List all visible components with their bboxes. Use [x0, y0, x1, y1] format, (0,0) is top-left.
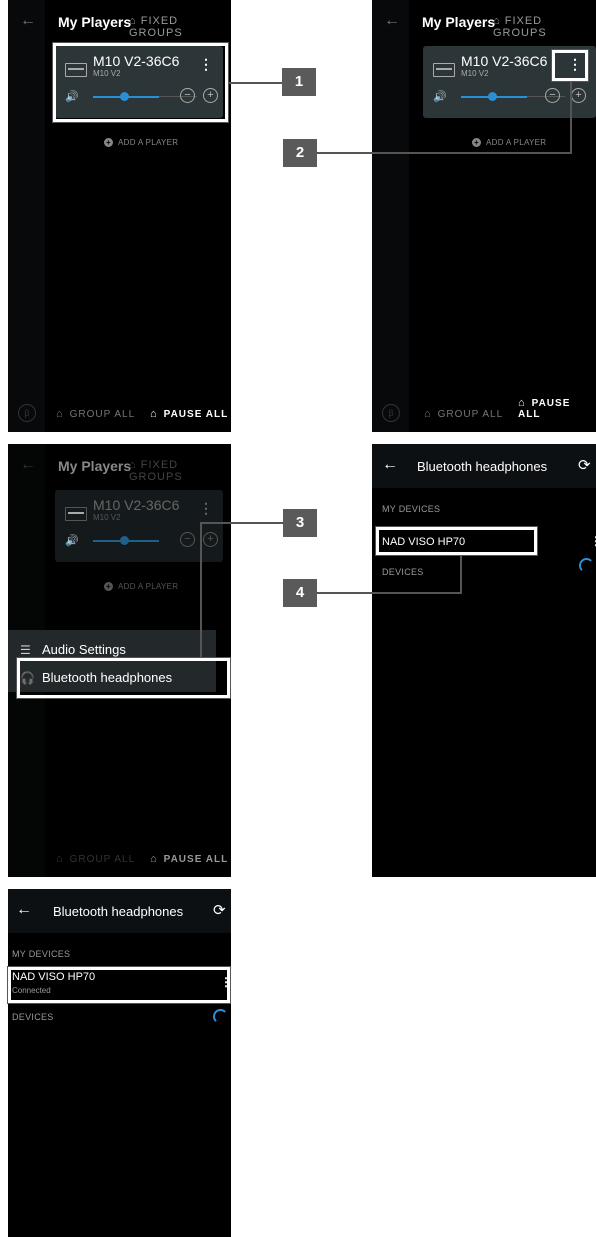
callout-box-4: [375, 526, 538, 556]
page-title: My Players: [58, 14, 132, 30]
group-home-icon: ⌂: [56, 853, 64, 865]
volume-knob: [120, 536, 129, 545]
callout-box-3: [16, 657, 231, 699]
group-all-button[interactable]: ⌂ GROUP ALL: [424, 408, 503, 420]
add-player-button[interactable]: + ADD A PLAYER: [472, 138, 546, 147]
pause-home-icon: ⌂: [150, 853, 158, 865]
device-options-icon[interactable]: ⋮: [590, 534, 596, 548]
bluetooth-icon[interactable]: β: [382, 404, 400, 422]
refresh-icon[interactable]: ⟳: [578, 456, 591, 474]
bluetooth-screen-2: ← Bluetooth headphones ⟳ MY DEVICES NAD …: [8, 889, 231, 1237]
sliders-icon: ☰: [20, 643, 31, 657]
my-devices-heading: MY DEVICES: [12, 949, 71, 959]
callout-badge-3: 3: [283, 509, 317, 537]
more-options-icon: ⋮: [199, 500, 213, 516]
page-title: Bluetooth headphones: [53, 904, 184, 919]
volume-knob[interactable]: [488, 92, 497, 101]
volume-icon: 🔊: [65, 535, 79, 547]
fixed-groups-button[interactable]: ⌂ FIXED GROUPS: [493, 15, 596, 39]
bluetooth-screen-1: ← Bluetooth headphones ⟳ MY DEVICES NAD …: [372, 444, 596, 877]
fixed-groups-button[interactable]: ⌂ FIXED GROUPS: [129, 459, 231, 483]
callout-box-2: [551, 49, 589, 82]
pause-home-icon: ⌂: [518, 397, 526, 409]
add-icon: +: [472, 138, 481, 147]
refresh-icon[interactable]: ⟳: [213, 901, 226, 919]
group-all-button[interactable]: ⌂ GROUP ALL: [56, 408, 135, 420]
my-devices-heading: MY DEVICES: [382, 504, 441, 514]
group-home-icon: ⌂: [56, 408, 64, 420]
pause-all-button: ⌂ PAUSE ALL: [150, 853, 229, 865]
back-arrow-icon[interactable]: ←: [16, 901, 32, 919]
back-arrow-icon[interactable]: ←: [20, 456, 36, 474]
home-icon: ⌂: [129, 15, 137, 27]
group-all-button: ⌂ GROUP ALL: [56, 853, 136, 865]
back-arrow-icon[interactable]: ←: [382, 456, 398, 474]
add-player-button: + ADD A PLAYER: [104, 582, 179, 591]
player-card: M10 V2-36C6 M10 V2 ⋮ 🔊 − +: [55, 490, 223, 562]
page-title: Bluetooth headphones: [417, 459, 548, 474]
player-model: M10 V2: [461, 69, 489, 78]
group-home-icon: ⌂: [424, 408, 432, 420]
player-name: M10 V2-36C6: [93, 497, 180, 513]
bluetooth-icon[interactable]: β: [18, 404, 36, 422]
devices-heading: DEVICES: [382, 567, 424, 577]
home-icon: ⌂: [493, 15, 501, 27]
volume-up-button[interactable]: +: [571, 88, 586, 103]
add-icon: +: [104, 138, 113, 147]
player-name: M10 V2-36C6: [461, 53, 548, 69]
callout-badge-1: 1: [282, 68, 316, 96]
add-icon: +: [104, 582, 113, 591]
callout-box-connected: [7, 966, 231, 1004]
callout-badge-4: 4: [283, 579, 317, 607]
home-icon: ⌂: [129, 459, 137, 471]
page-title: My Players: [422, 14, 496, 30]
back-arrow-icon[interactable]: ←: [20, 12, 36, 30]
page-title: My Players: [58, 458, 132, 474]
callout-box-1: [52, 42, 229, 123]
add-player-button[interactable]: + ADD A PLAYER: [104, 138, 178, 147]
player-model: M10 V2: [93, 513, 121, 522]
volume-up-button: +: [203, 532, 218, 547]
audio-settings-menu-item[interactable]: ☰ Audio Settings: [20, 642, 126, 657]
speaker-device-icon: [65, 507, 87, 521]
callout-badge-2: 2: [283, 139, 317, 167]
back-arrow-icon[interactable]: ←: [384, 12, 400, 30]
volume-down-button[interactable]: −: [545, 88, 560, 103]
pause-all-button[interactable]: ⌂ PAUSE ALL: [518, 397, 596, 420]
speaker-device-icon: [433, 63, 455, 77]
volume-down-button: −: [180, 532, 195, 547]
devices-heading: DEVICES: [12, 1012, 54, 1022]
volume-icon[interactable]: 🔊: [433, 90, 447, 103]
pause-all-button[interactable]: ⌂ PAUSE ALL: [150, 408, 228, 420]
fixed-groups-button[interactable]: ⌂ FIXED GROUPS: [129, 15, 231, 39]
pause-home-icon: ⌂: [150, 408, 158, 420]
loading-spinner-icon: [579, 558, 594, 573]
loading-spinner-icon: [213, 1009, 228, 1024]
